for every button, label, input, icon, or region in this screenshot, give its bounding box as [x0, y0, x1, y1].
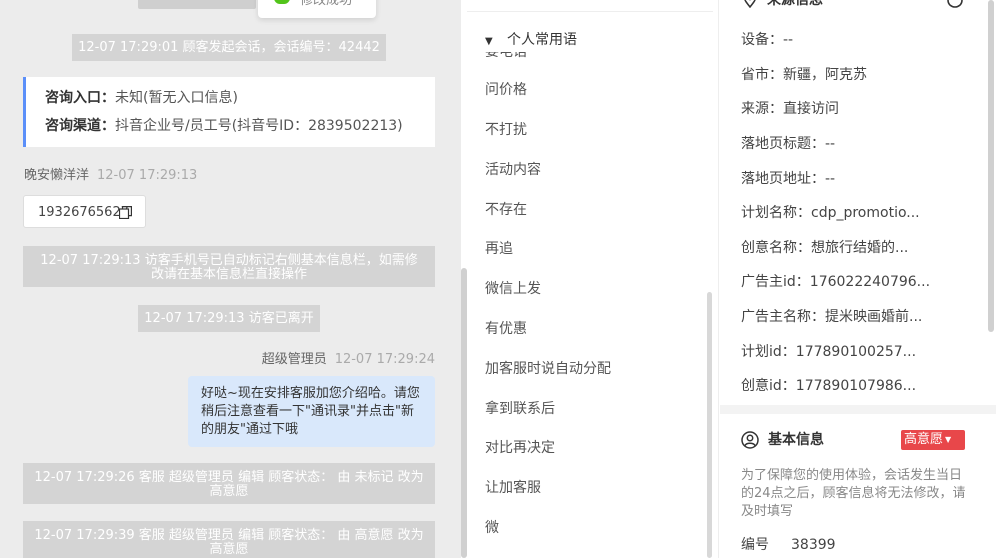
- field-label: 创意名称：: [741, 240, 811, 256]
- phrase-item[interactable]: 微信上发: [485, 281, 541, 297]
- agent-message-bubble: 好哒~现在安排客服加您介绍哈。请您稍后注意查看一下"通讯录"并点击"新的朋友"通…: [188, 376, 435, 447]
- system-message-status-1: 12-07 17:29:26 客服 超级管理员 编辑 顾客状态： 由 未标记 改…: [23, 463, 435, 504]
- agent-name: 超级管理员: [261, 352, 327, 367]
- field-value: --: [783, 32, 794, 48]
- field-value: 直接访问: [783, 101, 839, 117]
- phrase-item[interactable]: 活动内容: [485, 162, 541, 178]
- field-label: 省市：: [741, 67, 783, 83]
- intent-status-label: 高意愿: [904, 432, 944, 447]
- field-landing-title: 落地页标题：--: [741, 136, 835, 152]
- field-label: 计划名称：: [741, 205, 811, 221]
- customer-info-panel: 来源信息 设备：-- 省市：新疆，阿克苏 来源：直接访问 落地页标题：-- 落地…: [720, 0, 996, 558]
- consult-entry-value: 未知(暂无入口信息): [115, 90, 238, 106]
- field-value: 提米映画婚前...: [825, 309, 923, 325]
- field-label: 设备：: [741, 32, 783, 48]
- agent-meta: 超级管理员 12-07 17:29:24: [262, 353, 435, 367]
- toast-text: 修改成功: [300, 0, 353, 8]
- field-plan-id: 计划id：177890100257...: [741, 344, 916, 360]
- phrase-item[interactable]: 对比再决定: [485, 440, 555, 456]
- field-label: 广告主名称：: [741, 309, 825, 325]
- customer-id-row: 编号 38399: [741, 537, 836, 553]
- phrase-item[interactable]: 有优惠: [485, 321, 527, 337]
- field-device: 设备：--: [741, 32, 793, 48]
- section-divider: [720, 405, 996, 414]
- consult-entry-label: 咨询入口：: [45, 90, 115, 106]
- field-landing-url: 落地页地址：--: [741, 171, 835, 187]
- phrase-item[interactable]: 微: [485, 520, 499, 536]
- field-value: --: [825, 136, 836, 152]
- phrase-group-header[interactable]: ▼ 个人常用语: [485, 30, 685, 52]
- customer-info-scrollbar[interactable]: [988, 0, 994, 332]
- visitor-time: 12-07 17:29:13: [97, 168, 198, 183]
- phrase-item[interactable]: 不打扰: [485, 122, 527, 138]
- consult-entry-row: 咨询入口：未知(暂无入口信息): [45, 90, 238, 106]
- customer-id-value: 38399: [791, 537, 836, 553]
- location-pin-icon: [744, 0, 756, 8]
- phrase-item[interactable]: 让加客服: [485, 480, 541, 496]
- chat-panel: 修改成功 12-07 17:29:01 顾客发起会话，会话编号：42442 咨询…: [0, 0, 461, 558]
- phrase-item[interactable]: 再追: [485, 241, 513, 257]
- system-message-phone: 12-07 17:29:13 访客手机号已自动标记右侧基本信息栏，如需修改请在基…: [23, 246, 435, 287]
- consult-info-card: 咨询入口：未知(暂无入口信息) 咨询渠道：抖音企业号/员工号(抖音号ID：283…: [23, 77, 435, 147]
- field-value: 176022240796...: [809, 274, 931, 290]
- edit-icon[interactable]: [946, 0, 964, 8]
- source-info-title: 来源信息: [767, 0, 823, 8]
- field-value: 177890107986...: [795, 378, 917, 394]
- consult-channel-row: 咨询渠道：抖音企业号/员工号(抖音号ID：2839502213): [45, 118, 403, 134]
- field-region: 省市：新疆，阿克苏: [741, 67, 867, 83]
- field-label: 落地页地址：: [741, 171, 825, 187]
- system-message-status-2: 12-07 17:29:39 客服 超级管理员 编辑 顾客状态： 由 高意愿 改…: [23, 521, 435, 558]
- phrase-group-title: 个人常用语: [507, 32, 577, 48]
- field-value: 177890100257...: [795, 344, 917, 360]
- consult-channel-value: 抖音企业号/员工号(抖音号ID：2839502213): [115, 118, 403, 134]
- field-advertiser-name: 广告主名称：提米映画婚前...: [741, 309, 922, 325]
- visitor-phone: 19326765627: [38, 205, 129, 220]
- copy-icon[interactable]: [119, 206, 132, 219]
- field-value: 想旅行结婚的...: [811, 240, 909, 256]
- visitor-meta: 晚安懒洋洋 12-07 17:29:13: [24, 169, 197, 183]
- phrases-scrollbar[interactable]: [707, 292, 712, 558]
- check-icon: [274, 0, 290, 4]
- field-advertiser-id: 广告主id：176022240796...: [741, 274, 930, 290]
- visitor-name: 晚安懒洋洋: [24, 168, 90, 183]
- field-creative-name: 创意名称：想旅行结婚的...: [741, 240, 908, 256]
- phrase-item[interactable]: 加客服时说自动分配: [485, 361, 611, 377]
- customer-id-label: 编号: [741, 537, 769, 553]
- intent-status-dropdown[interactable]: 高意愿 ▼: [901, 430, 965, 450]
- phrase-item[interactable]: 拿到联系后: [485, 401, 555, 417]
- quick-phrases-panel: 要电话 ▼ 个人常用语 问价格 不打扰 活动内容 不存在 再追 微信上发 有优惠 …: [467, 0, 719, 558]
- phrase-item[interactable]: 问价格: [485, 82, 527, 98]
- edit-notice: 为了保障您的使用体验，会话发生当日的24点之后，顾客信息将无法修改，请及时填写: [741, 468, 966, 519]
- basic-info-title: 基本信息: [768, 432, 824, 448]
- phrase-item[interactable]: 不存在: [485, 202, 527, 218]
- success-toast: 修改成功: [258, 0, 376, 18]
- user-circle-icon: [741, 431, 759, 449]
- caret-down-icon: ▼: [945, 435, 952, 444]
- divider: [467, 11, 713, 12]
- previous-message-clip: [0, 0, 461, 12]
- field-value: --: [825, 171, 836, 187]
- field-plan-name: 计划名称：cdp_promotio...: [741, 205, 920, 221]
- consult-channel-label: 咨询渠道：: [45, 118, 115, 134]
- field-creative-id: 创意id：177890107986...: [741, 378, 916, 394]
- field-value: cdp_promotio...: [811, 205, 920, 221]
- field-label: 创意id：: [741, 378, 796, 394]
- field-label: 广告主id：: [741, 274, 810, 290]
- field-label: 落地页标题：: [741, 136, 825, 152]
- visitor-phone-bubble: 19326765627: [23, 195, 146, 228]
- system-message-left: 12-07 17:29:13 访客已离开: [138, 305, 320, 332]
- caret-down-icon: ▼: [485, 36, 493, 47]
- field-value: 新疆，阿克苏: [783, 67, 867, 83]
- agent-time: 12-07 17:29:24: [334, 352, 435, 367]
- field-label: 来源：: [741, 101, 783, 117]
- field-source: 来源：直接访问: [741, 101, 839, 117]
- field-label: 计划id：: [741, 344, 796, 360]
- system-message-session: 12-07 17:29:01 顾客发起会话，会话编号：42442: [72, 34, 386, 61]
